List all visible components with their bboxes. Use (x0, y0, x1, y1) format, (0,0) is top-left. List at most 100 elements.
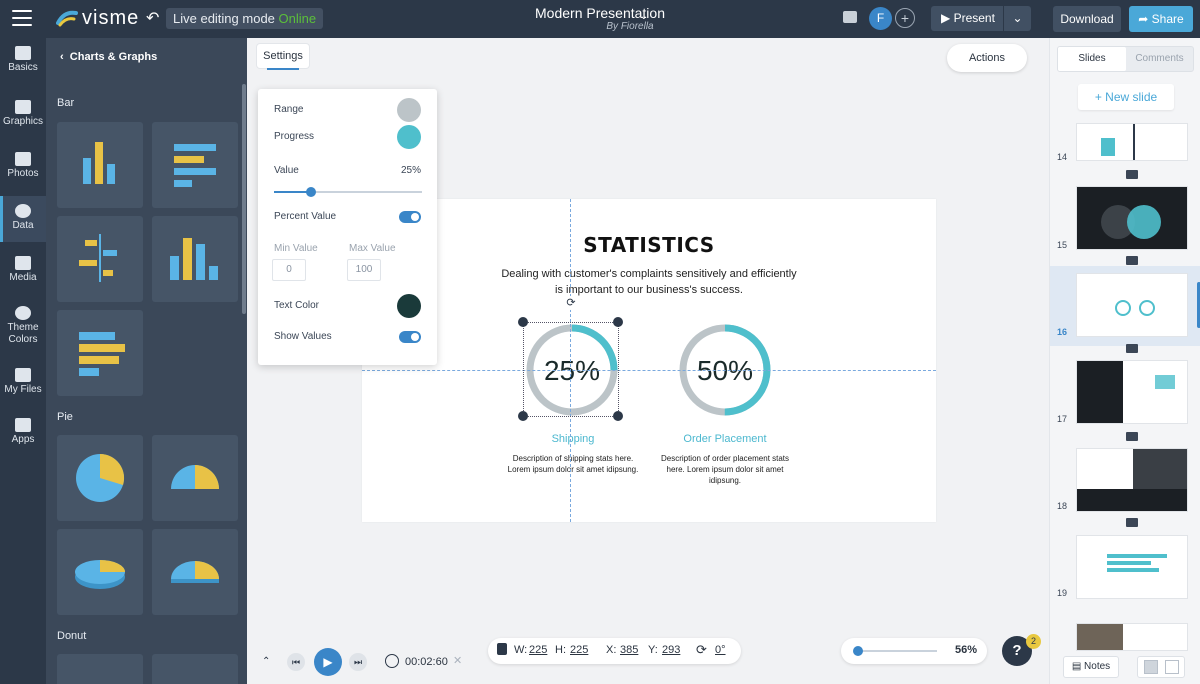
chart-tile-3d-half-pie[interactable] (152, 529, 238, 615)
nav-data[interactable]: Data (0, 196, 46, 242)
chat-icon[interactable] (843, 11, 857, 23)
chart-tile-half-donut[interactable] (152, 654, 238, 684)
chart-tile-diverging-bar[interactable] (57, 216, 143, 302)
ring-desc-shipping[interactable]: Description of shipping stats here. Lore… (503, 453, 643, 475)
close-timer-icon[interactable]: ✕ (453, 654, 462, 667)
zoom-slider-handle[interactable] (853, 646, 863, 656)
slide-number: 15 (1057, 240, 1068, 250)
zoom-slider[interactable] (853, 646, 937, 656)
rotate-handle-icon[interactable]: ⟳ (564, 296, 578, 310)
x-input[interactable]: 385 (620, 644, 638, 656)
resize-handle-bottom-left[interactable] (518, 411, 528, 421)
next-slide-icon[interactable]: ⏭ (349, 653, 367, 671)
nav-photos[interactable]: Photos (0, 148, 46, 188)
present-dropdown-chevron-icon[interactable]: ⌄ (1003, 6, 1031, 31)
panel-scrollbar[interactable] (242, 84, 246, 314)
transition-icon[interactable] (1126, 432, 1138, 441)
lock-icon[interactable] (497, 643, 507, 655)
slide-number: 14 (1057, 152, 1068, 162)
charts-panel: ‹ Charts & Graphs Bar Pie Donut (46, 38, 247, 684)
share-button[interactable]: ➦ Share (1129, 6, 1193, 32)
transition-icon[interactable] (1126, 344, 1138, 353)
panel-back-button[interactable]: ‹ Charts & Graphs (60, 51, 157, 63)
chart-tile-horizontal-bar[interactable] (152, 122, 238, 208)
nav-my-files[interactable]: My Files (0, 364, 46, 404)
slide-canvas[interactable]: STATISTICS Dealing with customer's compl… (362, 199, 936, 522)
ring-label-order-placement[interactable]: Order Placement (645, 433, 805, 445)
nav-apps[interactable]: Apps (0, 414, 46, 454)
value-slider[interactable] (274, 187, 422, 197)
resize-handle-bottom-right[interactable] (613, 411, 623, 421)
width-input[interactable]: 225 (529, 644, 547, 656)
min-value-input[interactable]: 0 (272, 259, 306, 281)
slide-thumbnail-18[interactable] (1077, 449, 1187, 511)
undo-icon[interactable]: ↶ (146, 8, 159, 28)
nav-theme-colors[interactable]: Theme Colors (0, 302, 46, 350)
slide-thumbnail-16[interactable] (1077, 274, 1187, 336)
chart-tile-3d-horizontal-bar[interactable] (57, 310, 143, 396)
present-label[interactable]: ▶ Present (931, 6, 1003, 31)
menu-icon[interactable] (12, 10, 32, 26)
slide-thumbnail-14[interactable] (1077, 124, 1187, 160)
slide-thumbnail-17[interactable] (1077, 361, 1187, 423)
ring-label-shipping[interactable]: Shipping (493, 433, 653, 445)
tab-slides[interactable]: Slides (1058, 47, 1126, 71)
ring-desc-order-placement[interactable]: Description of order placement stats her… (655, 453, 795, 486)
percent-value-toggle[interactable] (399, 211, 421, 223)
tab-settings[interactable]: Settings (257, 44, 309, 70)
presentation-title-block[interactable]: Modern Presentation By Fiorella ⌄ (480, 5, 720, 32)
tab-comments[interactable]: Comments (1126, 47, 1193, 71)
slide-thumbnail-19[interactable] (1077, 536, 1187, 598)
nav-media[interactable]: Media (0, 252, 46, 292)
nav-basics[interactable]: Basics (0, 44, 46, 84)
new-slide-button[interactable]: + New slide (1078, 84, 1174, 110)
collapse-chevron-up-icon[interactable]: ⌃ (262, 656, 270, 667)
chart-tile-vertical-bar[interactable] (57, 122, 143, 208)
height-input[interactable]: 225 (570, 644, 588, 656)
download-button[interactable]: Download (1053, 6, 1121, 32)
slide-title[interactable]: STATISTICS (362, 233, 936, 257)
present-button[interactable]: ▶ Present ⌄ (931, 6, 1031, 31)
slide-number: 19 (1057, 588, 1068, 598)
list-view-icon[interactable] (1165, 660, 1179, 674)
chart-tile-donut[interactable] (57, 654, 143, 684)
slide-subtitle[interactable]: Dealing with customer's complaints sensi… (499, 266, 799, 298)
text-color-label: Text Color (274, 300, 320, 311)
rotation-input[interactable]: 0° (715, 644, 726, 656)
resize-handle-top-right[interactable] (613, 317, 623, 327)
chart-tile-pie[interactable] (57, 435, 143, 521)
actions-button[interactable]: Actions (947, 44, 1027, 72)
chart-tile-3d-bar[interactable] (152, 216, 238, 302)
nav-label: Basics (8, 62, 38, 73)
chart-tile-half-pie[interactable] (152, 435, 238, 521)
slide-thumbnail-20[interactable] (1077, 624, 1187, 650)
graphics-icon (15, 100, 31, 114)
max-value-input[interactable]: 100 (347, 259, 381, 281)
play-button[interactable]: ▶ (314, 648, 342, 676)
resize-handle-top-left[interactable] (518, 317, 528, 327)
nav-graphics[interactable]: Graphics (0, 96, 46, 136)
chevron-down-icon[interactable]: ⌄ (640, 11, 648, 22)
avatar[interactable]: F (869, 7, 892, 30)
visme-logo[interactable]: visme (56, 7, 139, 29)
notes-button[interactable]: ▤ Notes (1063, 656, 1119, 678)
transition-icon[interactable] (1126, 518, 1138, 527)
chart-tile-3d-pie[interactable] (57, 529, 143, 615)
3d-pie-chart-icon (75, 560, 125, 589)
add-collaborator-icon[interactable]: + (895, 8, 915, 28)
transition-icon[interactable] (1126, 170, 1138, 179)
zoom-level[interactable]: 56% (955, 644, 977, 656)
show-values-toggle[interactable] (399, 331, 421, 343)
value-slider-handle[interactable] (306, 187, 316, 197)
progress-color-swatch[interactable] (397, 125, 421, 149)
slide-thumbnail-15[interactable] (1077, 187, 1187, 249)
y-input[interactable]: 293 (662, 644, 680, 656)
transition-icon[interactable] (1126, 256, 1138, 265)
previous-slide-icon[interactable]: ⏮ (287, 653, 305, 671)
section-donut: Donut (57, 630, 87, 642)
grid-view-icon[interactable] (1144, 660, 1158, 674)
range-color-swatch[interactable] (397, 98, 421, 122)
text-color-swatch[interactable] (397, 294, 421, 318)
selection-box[interactable] (523, 322, 619, 417)
slide-timer[interactable]: 00:02:60 (405, 656, 448, 668)
